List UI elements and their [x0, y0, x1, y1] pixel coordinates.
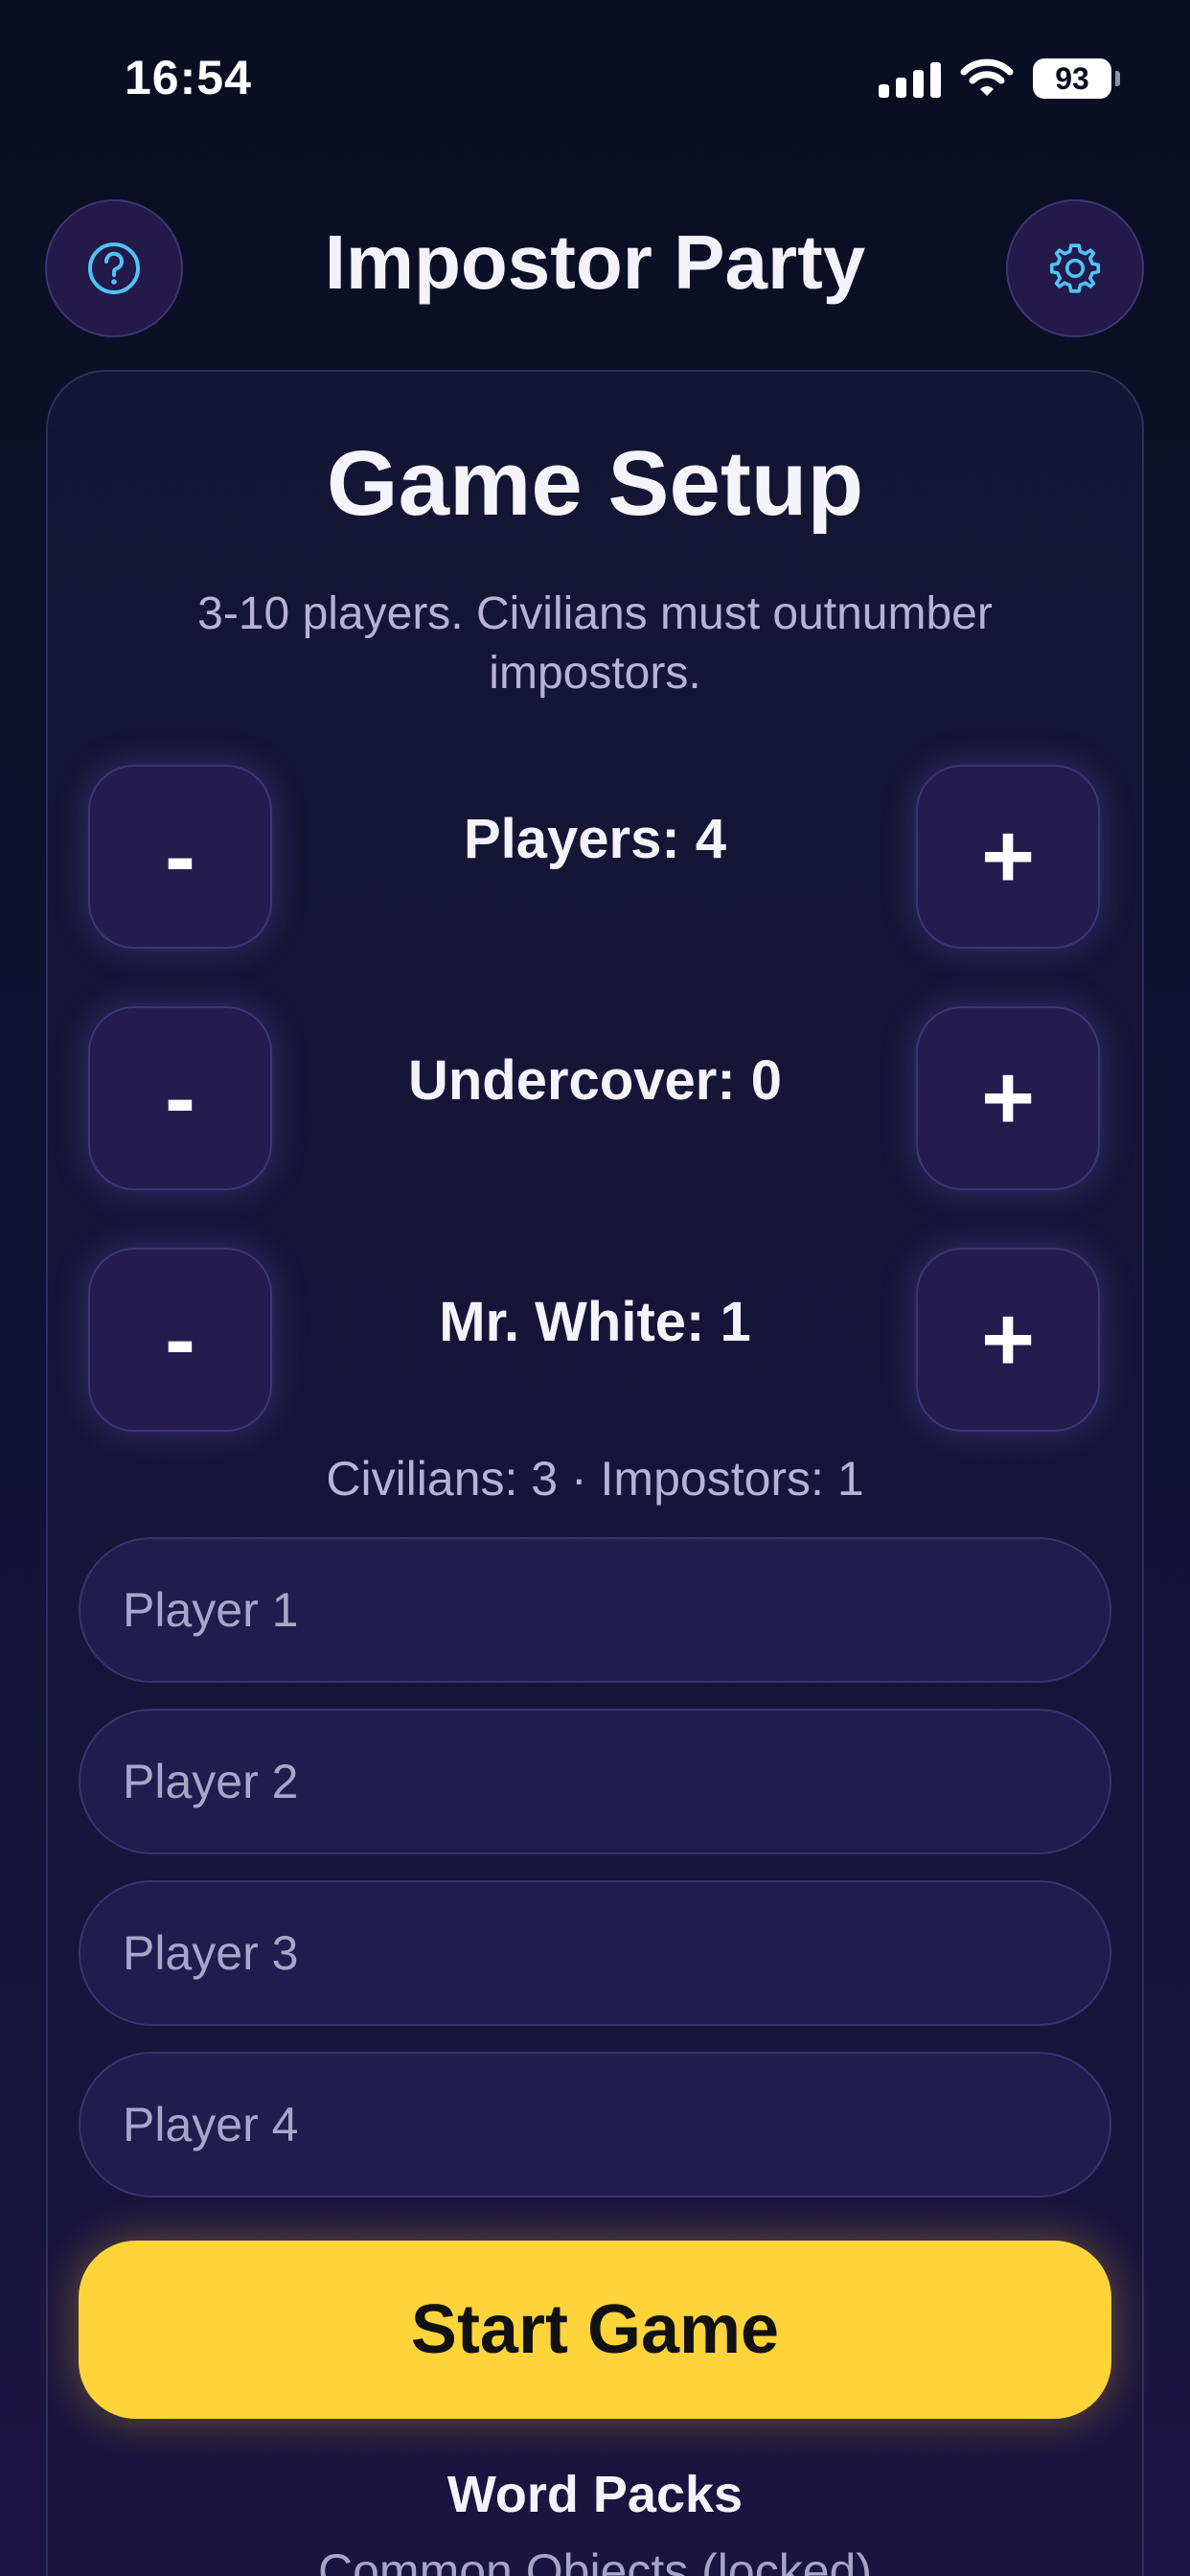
start-game-button[interactable]: Start Game [79, 2241, 1111, 2419]
player-3-name-input[interactable] [79, 1880, 1111, 2026]
gear-icon [1049, 243, 1101, 293]
player-2-name-input[interactable] [79, 1709, 1111, 1854]
status-time: 16:54 [125, 51, 252, 104]
undercover-increment-button[interactable]: + [916, 1006, 1100, 1190]
word-pack-item[interactable]: Common Objects (locked) [0, 2543, 1190, 2576]
setup-subtitle: 3-10 players. Civilians must outnumber i… [197, 588, 993, 699]
players-increment-button[interactable]: + [916, 765, 1100, 949]
word-packs-title: Word Packs [446, 2466, 744, 2523]
mr-white-increment-button[interactable]: + [916, 1248, 1100, 1432]
player-1-name-input[interactable] [79, 1537, 1111, 1683]
battery-icon: 93 [1033, 58, 1120, 99]
cellular-signal-icon [879, 59, 941, 98]
role-summary: Civilians: 3 · Impostors: 1 [326, 1452, 864, 1506]
battery-level: 93 [1055, 60, 1089, 96]
status-icons: 93 [879, 56, 1120, 102]
player-4-name-input[interactable] [79, 2052, 1111, 2197]
wifi-icon [960, 58, 1014, 96]
settings-button[interactable] [1006, 199, 1144, 337]
status-bar: 16:54 93 [0, 0, 1190, 153]
setup-title: Game Setup [326, 432, 864, 535]
